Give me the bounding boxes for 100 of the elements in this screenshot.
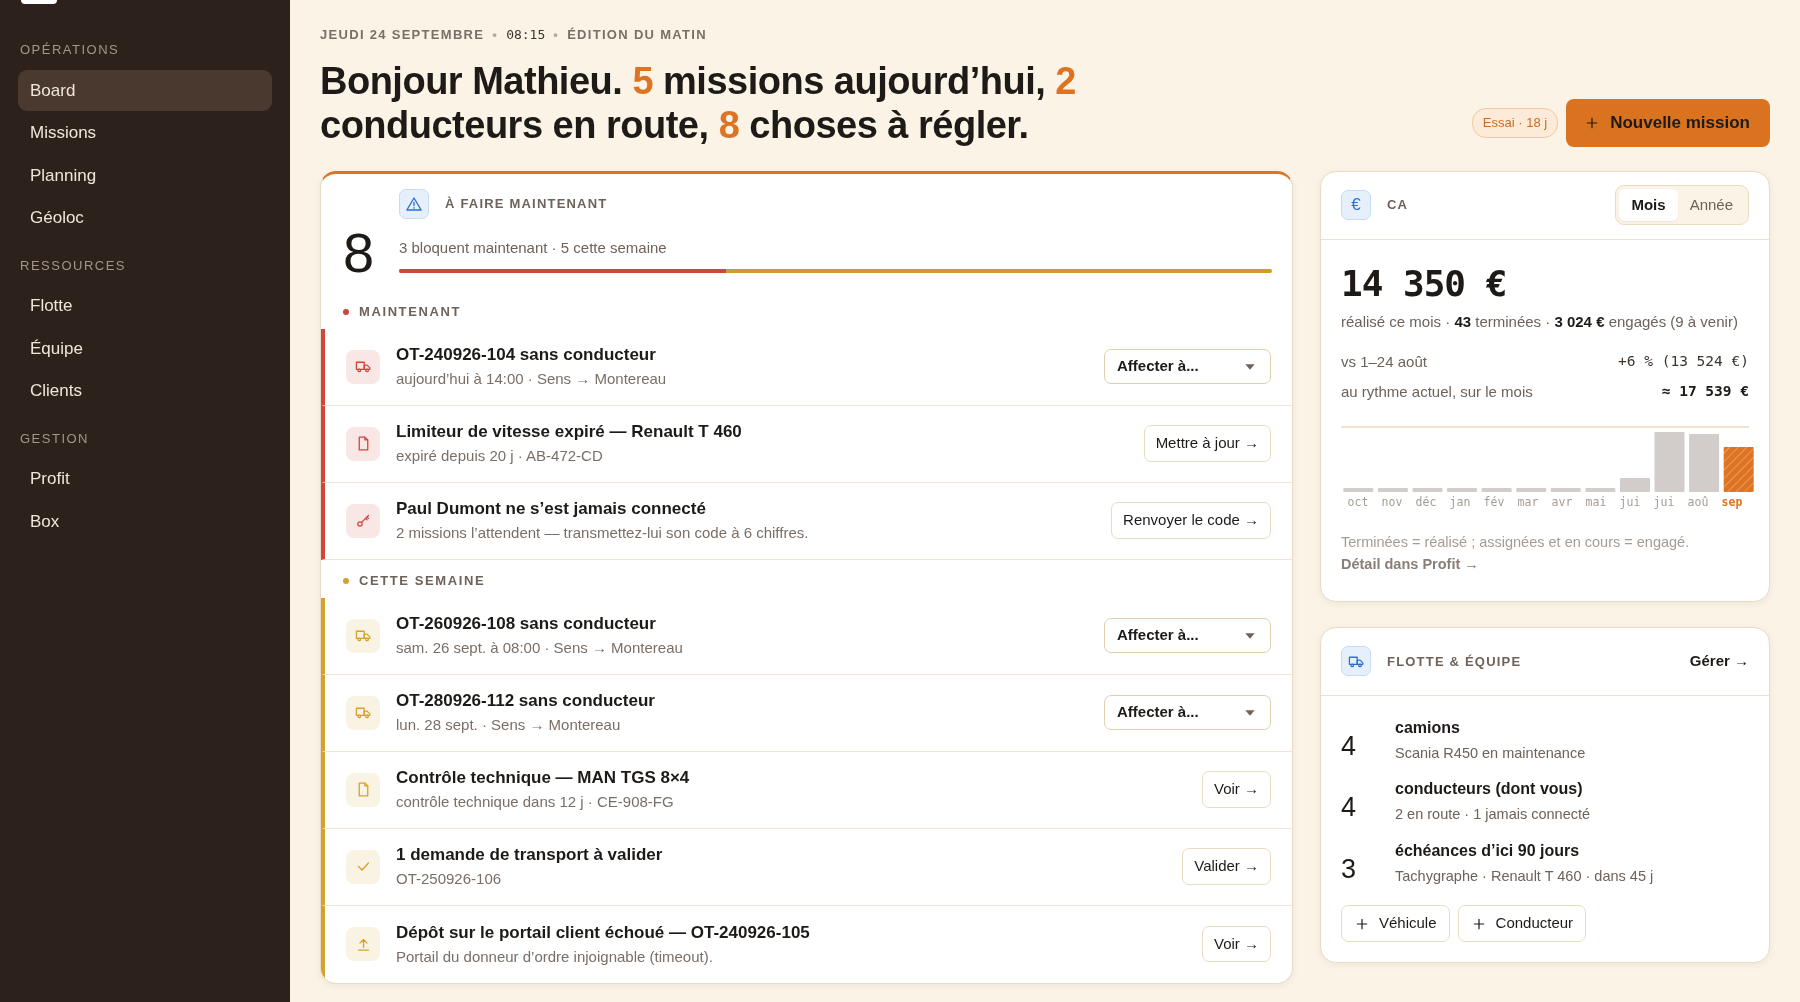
nav-section-label: RESSOURCES	[19, 256, 128, 275]
month-label: jui	[1618, 493, 1642, 511]
chart-bar	[1377, 487, 1408, 492]
truck-icon	[346, 695, 380, 730]
stat-count: 3	[1341, 852, 1358, 886]
comparison-value: +6 % (13 524 €)	[1618, 351, 1749, 371]
task-subtitle: expiré depuis 20 j · AB-472-CD	[396, 446, 604, 466]
task-subtitle: OT-250926-106	[396, 869, 503, 889]
task-title: Dépôt sur le portail client échoué — OT-240926-105	[396, 921, 811, 944]
sidebar-item[interactable]: Flotte	[18, 285, 272, 327]
sidebar-item[interactable]: Équipe	[18, 327, 272, 369]
sidebar-item[interactable]: Clients	[18, 370, 272, 412]
comparison-value: ≈ 17 539 €	[1661, 382, 1749, 402]
warning-icon	[399, 188, 429, 219]
card-title: FLOTTE & ÉQUIPE	[1387, 652, 1523, 671]
edition-text: ÉDITION DU MATIN	[567, 27, 707, 42]
month-label: sep	[1720, 493, 1744, 511]
check-icon	[346, 849, 380, 884]
add-button[interactable]: Conducteur	[1457, 905, 1587, 942]
action-button[interactable]: Valider →	[1182, 848, 1271, 885]
assign-dropdown[interactable]: Affecter à...	[1104, 349, 1271, 384]
chart-bar	[1412, 487, 1443, 492]
task-summary: 3 bloquent maintenant · 5 cette semaine	[399, 237, 668, 258]
revenue-amount: 14 350 €	[1341, 265, 1508, 302]
revenue-summary: réalisé ce mois · 43 terminées · 3 024 € engagés (9 à venir)	[1341, 311, 1739, 332]
action-button[interactable]: Renvoyer le code →	[1111, 502, 1271, 539]
task-subtitle: sam. 26 sept. à 08:00 · Sens → Montereau	[396, 638, 684, 658]
sidebar-item[interactable]: Board	[18, 69, 272, 111]
task-subtitle: contrôle technique dans 12 j · CE-908-FG	[396, 792, 675, 812]
period-tab[interactable]: Année	[1677, 188, 1745, 222]
comparison-label: au rythme actuel, sur le mois	[1341, 382, 1533, 402]
trial-badge: Essai · 18 j	[1471, 108, 1559, 138]
month-label: jan	[1448, 493, 1472, 511]
month-label: jui	[1652, 493, 1676, 511]
sidebar-item[interactable]: Profit	[18, 458, 272, 500]
document-icon	[346, 426, 380, 461]
nav-section-label: OPÉRATIONS	[19, 41, 121, 59]
month-label: avr	[1550, 493, 1574, 511]
chart-note: Terminées = réalisé ; assignées et en cours = engagé. Détail dans Profit →	[1341, 532, 1691, 574]
euro-icon: €	[1341, 190, 1371, 220]
document-icon	[346, 772, 380, 807]
stat-title: échéances d’ici 90 jours	[1395, 840, 1581, 861]
truck-icon	[1341, 646, 1371, 677]
month-label: déc	[1414, 493, 1438, 511]
logo-icon	[21, 0, 57, 4]
comparison-label: vs 1–24 août	[1341, 351, 1427, 372]
chart-bar	[1620, 477, 1650, 492]
sidebar-item[interactable]: Planning	[18, 154, 272, 196]
task-subtitle: aujourd’hui à 14:00 · Sens → Montereau	[396, 369, 668, 389]
stat-subtitle: Tachygraphe · Renault T 460 · dans 45 j	[1395, 866, 1654, 886]
add-button[interactable]: Véhicule	[1341, 905, 1450, 942]
headline: Bonjour Mathieu. 5 missions aujourd’hui, 2 conducteurs en route, 8 choses à régler.	[320, 58, 1077, 147]
month-label: mai	[1584, 493, 1608, 511]
chart-bar	[1343, 487, 1374, 492]
assign-dropdown[interactable]: Affecter à...	[1104, 618, 1271, 653]
stat-subtitle: Scania R450 en maintenance	[1395, 743, 1586, 763]
month-label: mar	[1516, 493, 1540, 511]
section-label: CETTE SEMAINE	[359, 571, 486, 590]
new-mission-button[interactable]: Nouvelle mission	[1566, 99, 1770, 147]
separator-dot: •	[553, 27, 560, 42]
sidebar-item[interactable]: Géoloc	[18, 197, 272, 239]
truck-icon	[346, 618, 380, 653]
period-tab[interactable]: Mois	[1619, 188, 1678, 222]
task-title: OT-280926-112 sans conducteur	[396, 690, 656, 712]
nav-section-label: GESTION	[19, 429, 90, 448]
truck-icon	[346, 349, 380, 384]
task-title: Limiteur de vitesse expiré — Renault T 460	[396, 421, 743, 443]
stat-count: 4	[1341, 729, 1358, 763]
time-text: 08:15	[506, 27, 546, 42]
action-button[interactable]: Mettre à jour →	[1143, 425, 1271, 462]
month-label: fév	[1482, 493, 1506, 511]
task-title: OT-240926-104 sans conducteur	[396, 344, 657, 366]
sidebar-item[interactable]: Missions	[18, 112, 272, 154]
action-button[interactable]: Voir →	[1202, 771, 1271, 808]
stat-title: conducteurs (dont vous)	[1395, 779, 1584, 800]
month-label: nov	[1380, 493, 1404, 511]
stat-title: camions	[1395, 717, 1461, 738]
chart-bar	[1723, 446, 1754, 492]
key-icon	[346, 503, 380, 538]
task-subtitle: Portail du donneur d’ordre injoignable (timeout).	[396, 946, 714, 967]
chart-bar	[1447, 487, 1477, 492]
task-title: OT-260926-108 sans conducteur	[396, 613, 657, 635]
upload-icon	[346, 927, 380, 961]
task-title: 1 demande de transport à valider	[396, 844, 664, 866]
card-title: CA	[1387, 196, 1410, 215]
month-label: oct	[1346, 493, 1370, 511]
stat-subtitle: 2 en route · 1 jamais connecté	[1395, 805, 1591, 825]
task-subtitle: 2 missions l’attendent — transmettez-lui son code à 6 chiffres.	[396, 523, 810, 543]
assign-dropdown[interactable]: Affecter à...	[1104, 695, 1271, 730]
chart-bar	[1481, 487, 1512, 492]
manage-link[interactable]: Gérer →	[1689, 650, 1749, 673]
sidebar-item[interactable]: Box	[18, 500, 272, 542]
task-subtitle: lun. 28 sept. · Sens → Montereau	[396, 715, 622, 735]
card-title: À FAIRE MAINTENANT	[445, 194, 608, 213]
section-label: MAINTENANT	[359, 302, 461, 321]
chart-bar	[1585, 487, 1616, 492]
stat-count: 4	[1341, 791, 1358, 825]
action-button[interactable]: Voir →	[1202, 925, 1271, 963]
profit-link[interactable]: Détail dans Profit →	[1341, 555, 1479, 572]
separator-dot: •	[492, 27, 499, 42]
